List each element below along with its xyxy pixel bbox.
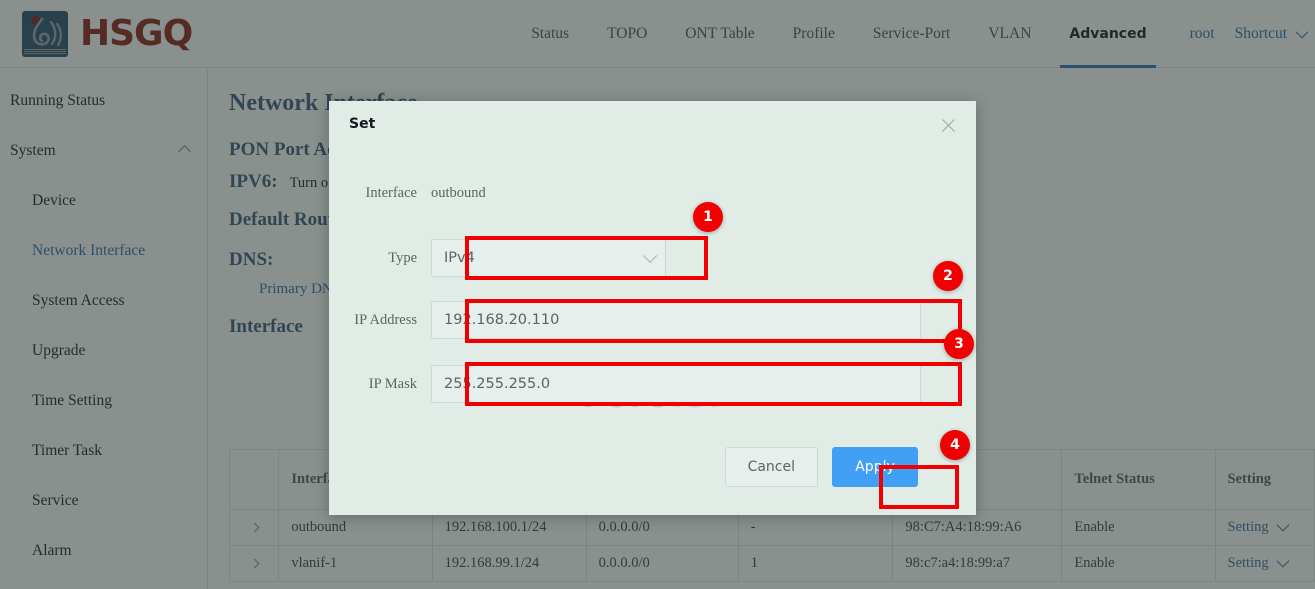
- cancel-button[interactable]: Cancel: [725, 447, 818, 487]
- annotation-badge-4: 4: [940, 430, 970, 460]
- chevron-down-icon: [643, 249, 657, 263]
- type-select[interactable]: IPv4: [431, 239, 666, 277]
- interface-value: outbound: [431, 185, 486, 202]
- dialog-title: Set: [349, 116, 375, 132]
- field-row-interface: Interface outbound: [329, 185, 486, 202]
- field-row-ip-mask: IP Mask 255.255.255.0: [329, 365, 921, 403]
- field-row-type: Type IPv4: [329, 239, 666, 277]
- field-row-ip-address: IP Address 192.168.20.110: [329, 301, 921, 339]
- type-label: Type: [329, 250, 431, 267]
- close-icon[interactable]: [938, 115, 960, 137]
- annotation-badge-1: 1: [693, 202, 723, 232]
- app-root: HSGQ Status TOPO ONT Table Profile Servi…: [0, 0, 1315, 589]
- ip-address-value: 192.168.20.110: [444, 312, 559, 328]
- dialog-actions: Cancel Apply: [725, 447, 918, 487]
- ip-mask-label: IP Mask: [329, 376, 431, 393]
- set-dialog: Set ForoISP Interface outbound Type IPv4…: [329, 101, 976, 515]
- ip-mask-input[interactable]: 255.255.255.0: [431, 365, 921, 403]
- ip-mask-value: 255.255.255.0: [444, 376, 550, 392]
- type-select-value: IPv4: [444, 250, 475, 266]
- ip-address-input[interactable]: 192.168.20.110: [431, 301, 921, 339]
- interface-label: Interface: [329, 185, 431, 202]
- annotation-badge-2: 2: [933, 261, 963, 291]
- annotation-badge-3: 3: [944, 329, 974, 359]
- ip-address-label: IP Address: [329, 312, 431, 329]
- apply-button[interactable]: Apply: [832, 447, 918, 487]
